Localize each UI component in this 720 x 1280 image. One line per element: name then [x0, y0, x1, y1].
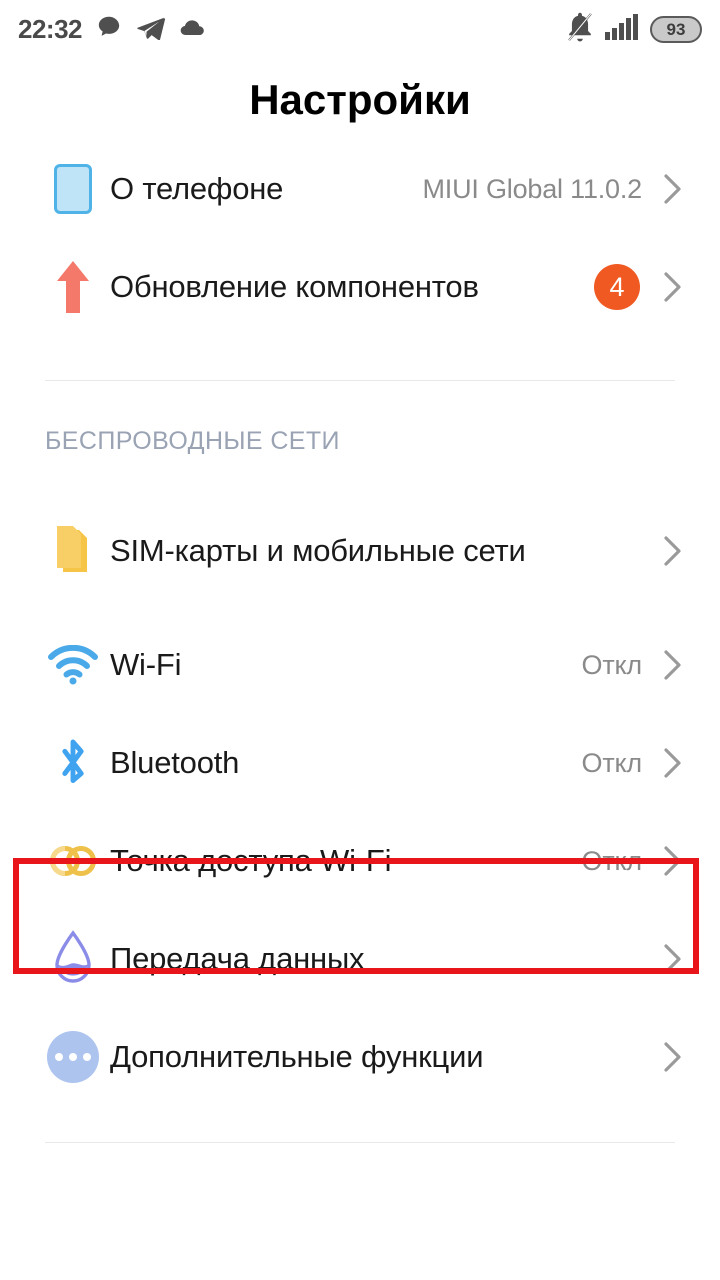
settings-row-label: Дополнительные функции	[110, 1039, 484, 1075]
settings-row-component-update[interactable]: Обновление компонентов 4	[0, 238, 720, 336]
bluetooth-icon	[36, 726, 110, 800]
settings-row-value: Откл	[581, 845, 643, 876]
chevron-right-icon	[662, 746, 684, 780]
mute-bell-icon	[566, 12, 594, 47]
status-bar: 22:32 93	[0, 0, 720, 58]
sim-card-icon	[36, 514, 110, 588]
settings-row-label: Wi-Fi	[110, 647, 182, 683]
battery-level-text: 93	[666, 19, 686, 39]
settings-row-value: Откл	[581, 649, 643, 680]
telegram-icon	[136, 14, 166, 45]
settings-list: О телефоне MIUI Global 11.0.2 Обновление…	[0, 140, 720, 1143]
chevron-right-icon	[662, 942, 684, 976]
settings-row-label: SIM-карты и мобильные сети	[110, 533, 526, 569]
settings-row-additional-settings[interactable]: Дополнительные функции	[0, 1008, 720, 1106]
chat-bubble-icon	[96, 14, 122, 45]
battery-indicator: 93	[650, 15, 702, 43]
chevron-right-icon	[662, 1040, 684, 1074]
chevron-right-icon	[662, 172, 684, 206]
chevron-right-icon	[662, 270, 684, 304]
more-functions-icon	[36, 1020, 110, 1094]
settings-row-label: Точка доступа Wi-Fi	[110, 843, 392, 879]
page-title: Настройки	[249, 76, 471, 123]
settings-row-label: Передача данных	[110, 941, 365, 977]
settings-row-label: Bluetooth	[110, 745, 240, 781]
hotspot-icon	[36, 824, 110, 898]
settings-row-label: О телефоне	[110, 171, 284, 207]
status-clock: 22:32	[18, 14, 83, 44]
section-divider-bottom	[45, 1142, 675, 1143]
settings-row-wifi-hotspot[interactable]: Точка доступа Wi-Fi Откл	[0, 812, 720, 910]
phone-icon	[36, 152, 110, 226]
settings-row-value: MIUI Global 11.0.2	[422, 173, 642, 204]
settings-screen: 22:32 93 Настройки О телефоне MIUI Globa…	[0, 0, 720, 1280]
status-bar-right: 93	[566, 12, 702, 47]
signal-bars-icon	[605, 13, 639, 45]
settings-row-bluetooth[interactable]: Bluetooth Откл	[0, 714, 720, 812]
settings-row-label: Обновление компонентов	[110, 269, 479, 305]
chevron-right-icon	[662, 534, 684, 568]
settings-row-value: Откл	[581, 747, 643, 778]
settings-row-about-phone[interactable]: О телефоне MIUI Global 11.0.2	[0, 140, 720, 238]
up-arrow-icon	[36, 250, 110, 324]
section-header-wireless: БЕСПРОВОДНЫЕ СЕТИ	[45, 427, 340, 455]
settings-row-data-usage[interactable]: Передача данных	[0, 910, 720, 1008]
data-usage-icon	[36, 922, 110, 996]
cloud-icon	[180, 17, 208, 42]
wifi-icon	[36, 628, 110, 702]
chevron-right-icon	[662, 648, 684, 682]
status-bar-left: 22:32	[18, 14, 208, 45]
update-count-badge: 4	[594, 264, 640, 310]
chevron-right-icon	[662, 844, 684, 878]
settings-row-sim-cards[interactable]: SIM-карты и мобильные сети	[0, 486, 720, 616]
settings-row-wifi[interactable]: Wi-Fi Откл	[0, 616, 720, 714]
